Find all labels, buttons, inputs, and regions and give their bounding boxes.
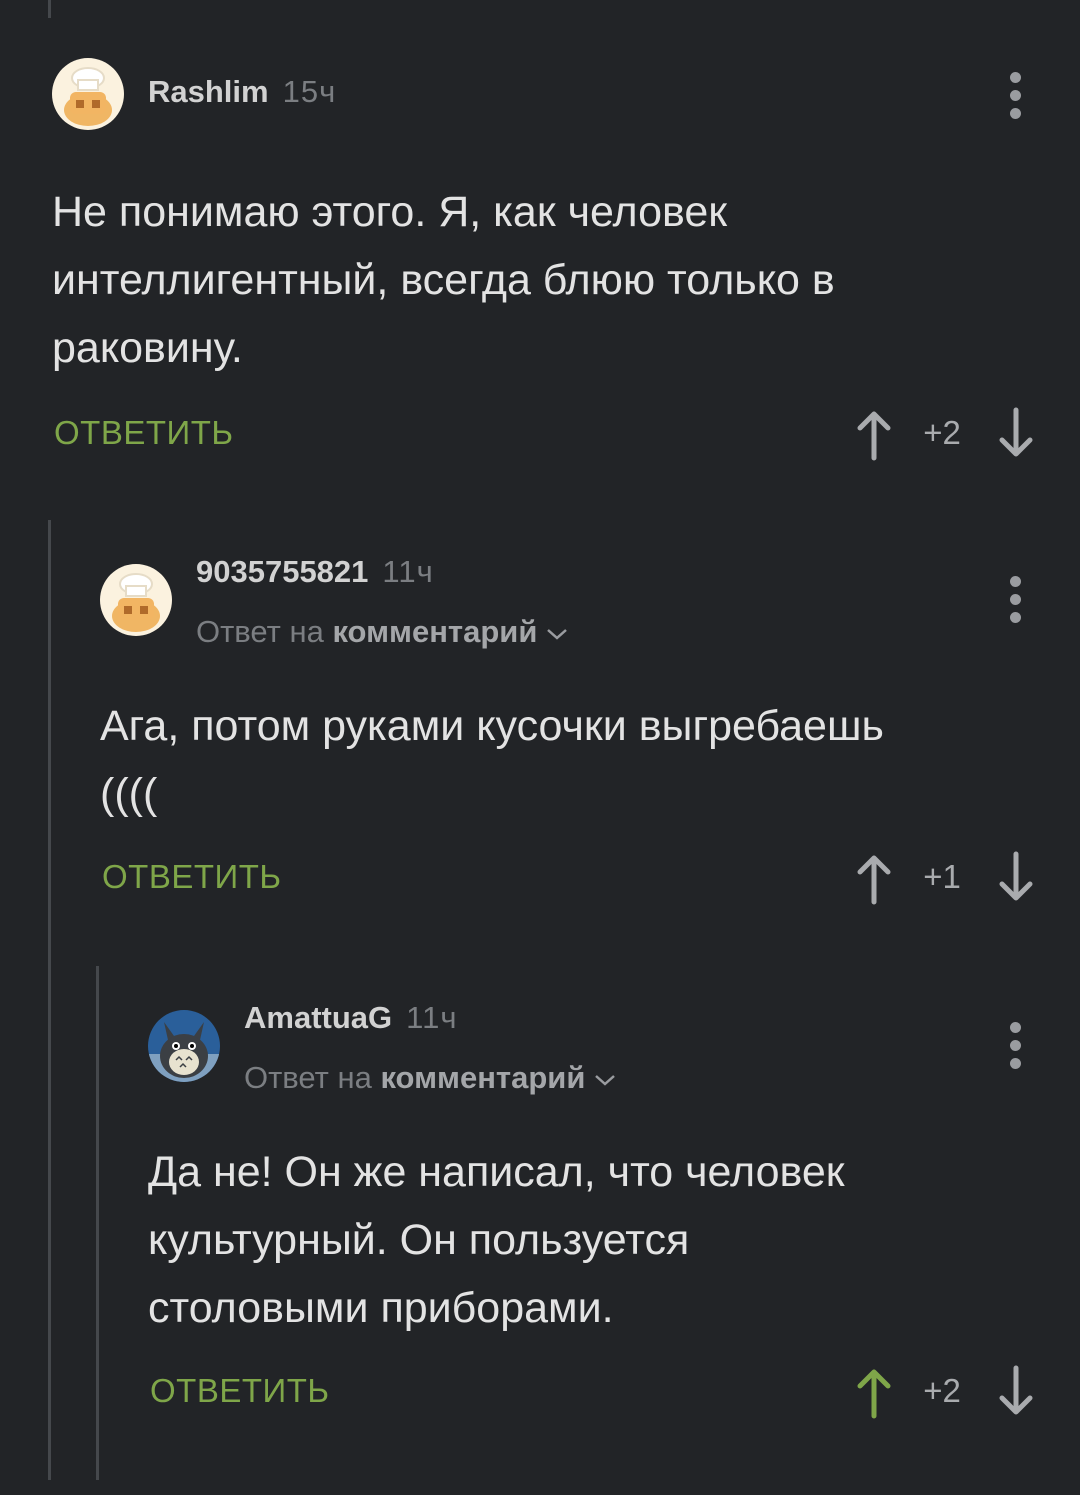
- comment-text: Да не! Он же написал, что человек культу…: [148, 1148, 845, 1332]
- reply-to-link[interactable]: Ответ на комментарий: [196, 614, 569, 650]
- author-name[interactable]: Rashlim 15ч: [148, 74, 336, 110]
- more-options-icon[interactable]: [996, 570, 1036, 630]
- comment-text: Ага, потом руками кусочки выгребаешь (((…: [100, 702, 884, 818]
- comment-rashlim: Rashlim 15ч Не понимаю этого. Я, как чело…: [52, 56, 1052, 476]
- comment-9035755821: 9035755821 11ч Ответ на комментарий Ага, …: [100, 548, 1052, 928]
- downvote-arrow-icon[interactable]: [996, 850, 1036, 906]
- reply-button[interactable]: ОТВЕТИТЬ: [54, 414, 234, 452]
- more-options-icon[interactable]: [996, 66, 1036, 126]
- chevron-down-icon: [547, 628, 568, 640]
- upvote-arrow-icon-active[interactable]: [854, 1364, 894, 1420]
- comment-amattuag: AmattuaG 11ч Ответ на комментарий Да не! …: [148, 994, 1052, 1434]
- downvote-arrow-icon[interactable]: [996, 1364, 1036, 1420]
- vote-controls: +2: [852, 406, 1042, 466]
- comment-time: 11ч: [382, 554, 434, 589]
- reply-button[interactable]: ОТВЕТИТЬ: [102, 858, 282, 896]
- avatar[interactable]: [100, 564, 172, 636]
- vote-controls: +2: [852, 1364, 1042, 1424]
- vote-controls: +1: [852, 850, 1042, 910]
- vote-score: +2: [923, 1372, 961, 1409]
- upvote-arrow-icon[interactable]: [854, 850, 894, 906]
- chevron-down-icon: [595, 1074, 616, 1086]
- comment-time: 11ч: [406, 1000, 458, 1035]
- upvote-arrow-icon[interactable]: [854, 406, 894, 462]
- author-name[interactable]: 9035755821 11ч: [196, 554, 434, 590]
- more-options-icon[interactable]: [996, 1016, 1036, 1076]
- vote-score: +1: [923, 858, 961, 895]
- avatar[interactable]: [148, 1010, 220, 1082]
- downvote-arrow-icon[interactable]: [996, 406, 1036, 462]
- reply-button[interactable]: ОТВЕТИТЬ: [150, 1372, 330, 1410]
- reply-to-link[interactable]: Ответ на комментарий: [244, 1060, 617, 1096]
- vote-score: +2: [923, 414, 961, 451]
- comments-page: Rashlim 15ч Не понимаю этого. Я, как чело…: [0, 0, 1080, 1495]
- author-name[interactable]: AmattuaG 11ч: [244, 1000, 457, 1036]
- comment-text: Не понимаю этого. Я, как человек интелли…: [52, 188, 835, 372]
- comment-time: 15ч: [282, 74, 337, 109]
- thread-line-level-1: [48, 520, 51, 1480]
- thread-line-level-2: [96, 966, 99, 1480]
- thread-line-top: [48, 0, 51, 18]
- avatar[interactable]: [52, 58, 124, 130]
